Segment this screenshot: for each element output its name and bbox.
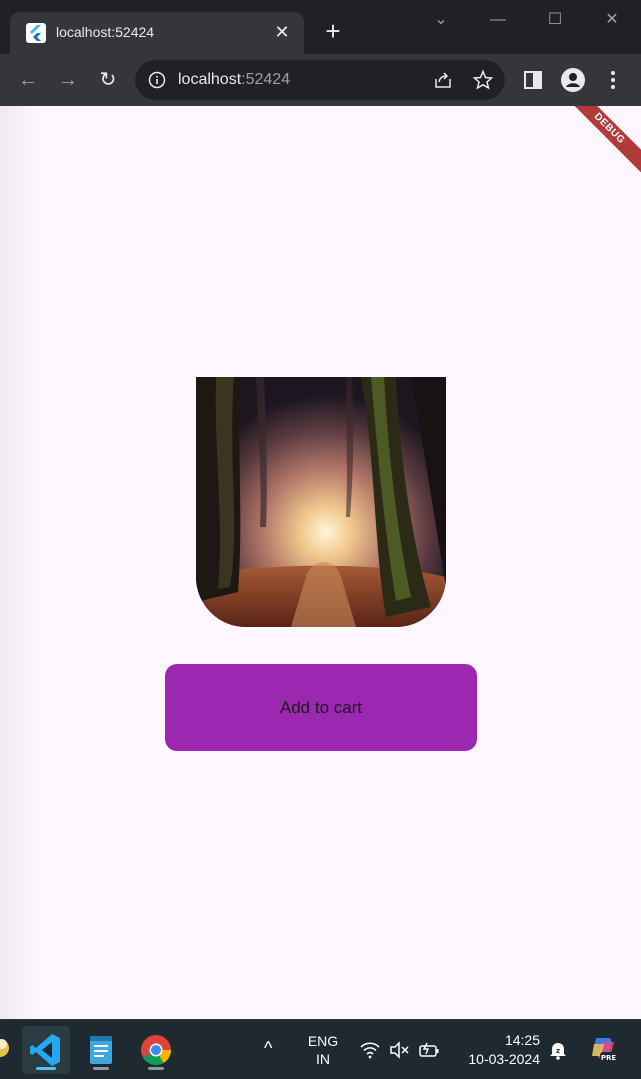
new-tab-button[interactable]: + [320, 18, 346, 44]
notification-bell-icon[interactable]: z [547, 1040, 569, 1060]
address-bar[interactable]: localhost:52424 [135, 60, 505, 100]
partial-app-icon[interactable] [0, 1026, 18, 1074]
copilot-pre-icon[interactable]: PRE [588, 1034, 618, 1064]
browser-toolbar: ← → ↻ localhost:52424 [0, 54, 641, 106]
profile-avatar-icon[interactable] [561, 68, 585, 92]
show-hidden-icons-chevron-icon[interactable]: ^ [264, 1038, 272, 1059]
flutter-favicon-icon [26, 23, 46, 43]
bookmark-star-icon[interactable] [472, 69, 494, 91]
windows-taskbar: ^ ENG IN 14:25 10-03-2024 z PRE [0, 1019, 641, 1079]
add-to-cart-button[interactable]: Add to cart [165, 664, 477, 751]
site-info-icon[interactable] [147, 70, 167, 90]
close-window-icon[interactable]: ✕ [600, 10, 624, 30]
browser-titlebar: localhost:52424 ✕ + ⌄ — ☐ ✕ [0, 0, 641, 54]
share-icon[interactable] [432, 69, 454, 91]
app-viewport: DEBUG Add to cart [0, 106, 641, 1019]
maximize-icon[interactable]: ☐ [543, 10, 567, 30]
svg-text:PRE: PRE [601, 1054, 617, 1062]
reload-icon[interactable]: ↻ [94, 66, 122, 94]
wifi-icon[interactable] [359, 1040, 381, 1060]
forward-icon[interactable]: → [54, 66, 82, 94]
volume-muted-icon[interactable] [388, 1040, 410, 1060]
menu-kebab-icon[interactable] [601, 68, 625, 92]
side-panel-icon[interactable] [521, 68, 545, 92]
language-indicator[interactable]: ENG IN [304, 1032, 342, 1068]
forest-path-image [196, 377, 446, 627]
svg-text:z: z [556, 1047, 560, 1055]
battery-charging-icon[interactable] [418, 1040, 440, 1060]
clock[interactable]: 14:25 10-03-2024 [460, 1031, 540, 1069]
tab-close-icon[interactable]: ✕ [270, 20, 294, 44]
url-text: localhost:52424 [178, 71, 291, 88]
tab-search-icon[interactable]: ⌄ [429, 10, 453, 30]
back-icon[interactable]: ← [14, 66, 42, 94]
vscode-taskbar-icon[interactable] [22, 1026, 70, 1074]
minimize-icon[interactable]: — [486, 10, 510, 30]
debug-banner: DEBUG [560, 106, 641, 178]
edge-shadow [0, 106, 40, 1019]
notepad-taskbar-icon[interactable] [77, 1026, 125, 1074]
browser-tab[interactable]: localhost:52424 ✕ [10, 12, 304, 54]
chrome-taskbar-icon[interactable] [132, 1026, 180, 1074]
tab-title: localhost:52424 [56, 24, 155, 40]
